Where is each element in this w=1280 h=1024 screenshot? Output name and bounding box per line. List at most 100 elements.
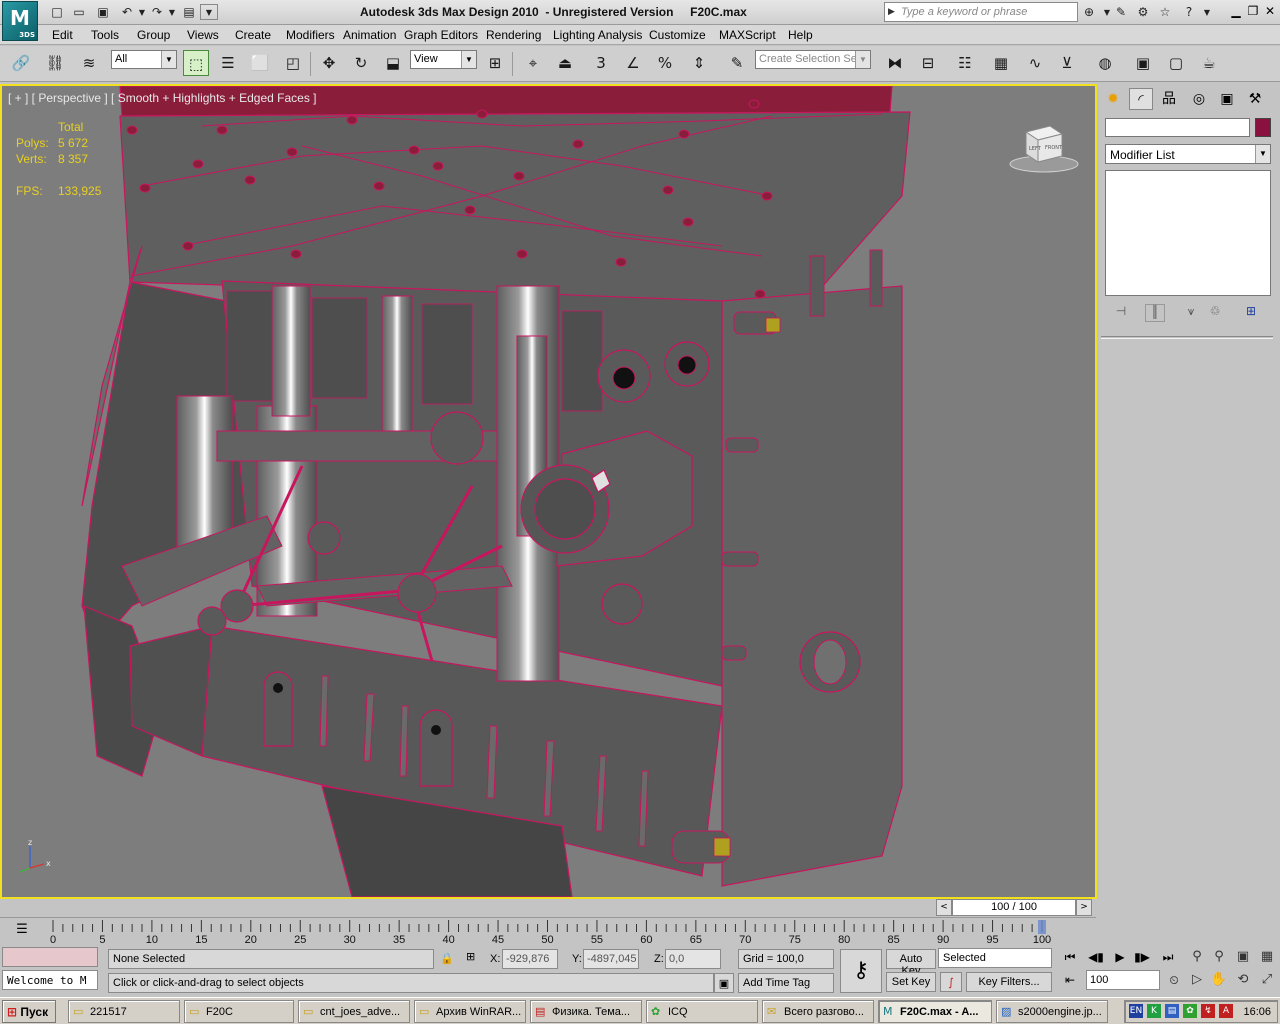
pin-stack-icon[interactable]: ⊣ (1111, 304, 1131, 322)
remove-modifier-icon[interactable]: ♲ (1205, 304, 1225, 322)
motion-tab-icon[interactable]: ◎ (1187, 88, 1211, 110)
key-mode-toggle-icon[interactable]: ⇤ (1058, 970, 1082, 990)
pivot-center-icon[interactable]: ⊞ (482, 50, 508, 76)
bind-to-space-warp-icon[interactable]: ≋ (76, 50, 102, 76)
time-tag-icon[interactable]: ▣ (714, 973, 734, 993)
absolute-mode-icon[interactable]: ⊞ (466, 950, 475, 963)
redo-dropdown-icon[interactable]: ▼ (163, 4, 181, 20)
select-object-icon[interactable]: ⬚ (183, 50, 209, 76)
zoom-icon[interactable]: ⚲ (1186, 947, 1208, 967)
time-slider-prev-icon[interactable]: < (936, 899, 952, 916)
object-name-field[interactable] (1105, 118, 1250, 137)
layer-manager-icon[interactable]: ☷ (952, 50, 978, 76)
select-and-move-icon[interactable]: ✥ (316, 50, 342, 76)
open-file-icon[interactable]: ▭ (70, 4, 88, 20)
previous-frame-icon[interactable]: ◀▮ (1084, 947, 1108, 967)
tray-app-icon[interactable]: A (1219, 1004, 1233, 1018)
taskbar-item[interactable]: ▨ s2000engine.jp... (996, 1000, 1108, 1023)
modifier-stack-list[interactable] (1105, 170, 1271, 296)
favorites-star-icon[interactable]: ☆ (1156, 4, 1174, 20)
help-dropdown-icon[interactable]: ▼ (1198, 4, 1216, 20)
viewcube-front-face[interactable]: FRONT (1045, 145, 1063, 151)
time-slider[interactable]: 100 / 100 (952, 899, 1076, 916)
viewcube[interactable]: LEFT FRONT (1006, 122, 1082, 174)
menu-create[interactable]: Create (235, 28, 271, 42)
taskbar-item[interactable]: ▭ Архив WinRAR... (414, 1000, 526, 1023)
spinner-snap-icon[interactable]: ⇕ (686, 50, 712, 76)
set-key-button[interactable]: Set Key (886, 972, 936, 992)
taskbar-item[interactable]: ▭ 221517 (68, 1000, 180, 1023)
select-and-manipulate-icon[interactable]: ⌖ (520, 50, 546, 76)
key-mode-dropdown[interactable]: Selected (938, 948, 1052, 968)
render-setup-icon[interactable]: ▣ (1130, 50, 1156, 76)
y-coord-field[interactable]: -4897,045 (583, 949, 639, 969)
menu-lighting-analysis[interactable]: Lighting Analysis (553, 28, 642, 42)
align-icon[interactable]: ⊟ (915, 50, 941, 76)
taskbar-item[interactable]: ▭ F20C (184, 1000, 294, 1023)
taskbar-item-active[interactable]: M F20C.max - A... (878, 1000, 992, 1023)
maximize-viewport-icon[interactable]: ⤢ (1256, 970, 1278, 990)
menu-graph-editors[interactable]: Graph Editors (404, 28, 478, 42)
menu-rendering[interactable]: Rendering (486, 28, 541, 42)
orbit-icon[interactable]: ⟲ (1232, 970, 1254, 990)
viewport-label-menu[interactable]: [ + ] [ Perspective ] [ Smooth + Highlig… (8, 91, 317, 105)
set-key-icon[interactable]: ⚷ (840, 949, 882, 993)
modifier-list-dropdown[interactable]: Modifier List (1105, 144, 1271, 164)
taskbar-item[interactable]: ▤ Физика. Тема... (530, 1000, 642, 1023)
communication-icon[interactable]: ⚙ (1134, 4, 1152, 20)
zoom-extents-icon[interactable]: ▣ (1232, 947, 1254, 967)
unlink-selection-icon[interactable]: ⛓ (42, 50, 68, 76)
material-editor-icon[interactable]: ◍ (1092, 50, 1118, 76)
menu-animation[interactable]: Animation (343, 28, 396, 42)
render-production-icon[interactable]: ☕ (1196, 50, 1222, 76)
window-crossing-icon[interactable]: ◰ (280, 50, 306, 76)
tray-antivirus-icon[interactable]: ↯ (1201, 1004, 1215, 1018)
close-icon[interactable]: ✕ (1262, 3, 1278, 19)
infocenter-search-input[interactable]: Type a keyword or phrase (884, 2, 1078, 22)
field-of-view-icon[interactable]: ▷ (1186, 970, 1208, 990)
pan-view-icon[interactable]: ✋ (1208, 970, 1230, 990)
selection-lock-icon[interactable]: 🔒 (440, 952, 454, 965)
taskbar-item[interactable]: ✿ ICQ (646, 1000, 758, 1023)
language-indicator[interactable]: EN (1129, 1004, 1143, 1018)
select-and-rotate-icon[interactable]: ↻ (348, 50, 374, 76)
taskbar-item[interactable]: ✉ Всего разгово... (762, 1000, 874, 1023)
configure-modifier-sets-icon[interactable]: ⊞ (1241, 304, 1261, 322)
menu-modifiers[interactable]: Modifiers (286, 28, 335, 42)
restore-icon[interactable]: ❐ (1245, 3, 1261, 19)
percent-snap-icon[interactable]: % (652, 50, 678, 76)
taskbar-item[interactable]: ▭ cnt_joes_adve... (298, 1000, 410, 1023)
selection-filter-dropdown[interactable]: All (111, 50, 177, 69)
angle-snap-icon[interactable]: ∠ (620, 50, 646, 76)
time-configuration-icon[interactable]: ⏲ (1162, 970, 1186, 990)
hierarchy-tab-icon[interactable]: 品 (1157, 88, 1181, 110)
help-icon[interactable]: ? (1180, 4, 1198, 20)
minimize-icon[interactable]: ▁ (1228, 3, 1244, 19)
subscription-icon[interactable]: ✎ (1112, 4, 1130, 20)
curve-editor-icon[interactable]: ∿ (1022, 50, 1048, 76)
reference-coordinate-dropdown[interactable]: View (410, 50, 477, 69)
maxscript-listener-output[interactable]: Welcome to M (2, 970, 98, 990)
viewcube-left-face[interactable]: LEFT (1029, 146, 1042, 152)
go-to-start-icon[interactable]: ⏮ (1058, 947, 1082, 967)
make-unique-icon[interactable]: ⩛ (1181, 304, 1201, 322)
menu-maxscript[interactable]: MAXScript (719, 28, 776, 42)
menu-customize[interactable]: Customize (649, 28, 706, 42)
default-tangents-icon[interactable]: ∫ (940, 972, 962, 992)
new-file-icon[interactable]: □ (48, 4, 66, 20)
select-by-name-icon[interactable]: ☰ (215, 50, 241, 76)
rendered-frame-window-icon[interactable]: ▢ (1163, 50, 1189, 76)
binoculars-icon[interactable]: ⊕ (1080, 4, 1098, 20)
schematic-view-icon[interactable]: ⊻ (1054, 50, 1080, 76)
tray-icq-icon[interactable]: ✿ (1183, 1004, 1197, 1018)
display-tab-icon[interactable]: ▣ (1215, 88, 1239, 110)
go-to-end-icon[interactable]: ⏭ (1156, 947, 1180, 967)
save-file-icon[interactable]: ▣ (94, 4, 112, 20)
auto-key-button[interactable]: Auto Key (886, 949, 936, 977)
key-filters-button[interactable]: Key Filters... (966, 972, 1052, 992)
create-tab-icon[interactable]: ✹ (1101, 88, 1125, 110)
tray-network-icon[interactable]: ▤ (1165, 1004, 1179, 1018)
zoom-extents-all-icon[interactable]: ▦ (1256, 947, 1278, 967)
current-frame-field[interactable]: 100 (1086, 970, 1160, 990)
keyboard-shortcut-override-icon[interactable]: ⏏ (552, 50, 578, 76)
